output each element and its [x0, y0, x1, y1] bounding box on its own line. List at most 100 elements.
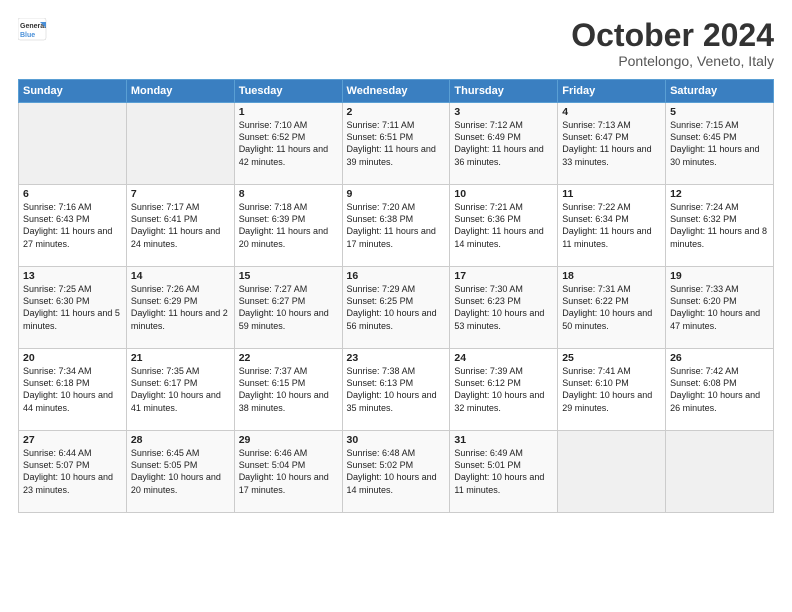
- calendar-table: Sunday Monday Tuesday Wednesday Thursday…: [18, 79, 774, 513]
- day-info: Sunrise: 7:11 AM Sunset: 6:51 PM Dayligh…: [347, 119, 446, 168]
- week-row-1: 1Sunrise: 7:10 AM Sunset: 6:52 PM Daylig…: [19, 103, 774, 185]
- cell-4-4: 23Sunrise: 7:38 AM Sunset: 6:13 PM Dayli…: [342, 349, 450, 431]
- day-number: 7: [131, 188, 230, 200]
- day-info: Sunrise: 7:33 AM Sunset: 6:20 PM Dayligh…: [670, 283, 769, 332]
- cell-3-2: 14Sunrise: 7:26 AM Sunset: 6:29 PM Dayli…: [126, 267, 234, 349]
- header-row: Sunday Monday Tuesday Wednesday Thursday…: [19, 80, 774, 103]
- cell-2-3: 8Sunrise: 7:18 AM Sunset: 6:39 PM Daylig…: [234, 185, 342, 267]
- day-info: Sunrise: 7:35 AM Sunset: 6:17 PM Dayligh…: [131, 365, 230, 414]
- svg-text:Blue: Blue: [20, 32, 35, 39]
- col-monday: Monday: [126, 80, 234, 103]
- day-info: Sunrise: 6:48 AM Sunset: 5:02 PM Dayligh…: [347, 447, 446, 496]
- day-number: 10: [454, 188, 553, 200]
- cell-4-3: 22Sunrise: 7:37 AM Sunset: 6:15 PM Dayli…: [234, 349, 342, 431]
- logo: General Blue: [18, 18, 48, 42]
- day-number: 26: [670, 352, 769, 364]
- cell-1-3: 1Sunrise: 7:10 AM Sunset: 6:52 PM Daylig…: [234, 103, 342, 185]
- cell-4-7: 26Sunrise: 7:42 AM Sunset: 6:08 PM Dayli…: [666, 349, 774, 431]
- week-row-3: 13Sunrise: 7:25 AM Sunset: 6:30 PM Dayli…: [19, 267, 774, 349]
- cell-2-6: 11Sunrise: 7:22 AM Sunset: 6:34 PM Dayli…: [558, 185, 666, 267]
- day-number: 12: [670, 188, 769, 200]
- day-number: 3: [454, 106, 553, 118]
- day-number: 4: [562, 106, 661, 118]
- day-number: 24: [454, 352, 553, 364]
- cell-2-5: 10Sunrise: 7:21 AM Sunset: 6:36 PM Dayli…: [450, 185, 558, 267]
- cell-1-4: 2Sunrise: 7:11 AM Sunset: 6:51 PM Daylig…: [342, 103, 450, 185]
- day-info: Sunrise: 7:17 AM Sunset: 6:41 PM Dayligh…: [131, 201, 230, 250]
- day-number: 27: [23, 434, 122, 446]
- day-number: 22: [239, 352, 338, 364]
- day-info: Sunrise: 7:37 AM Sunset: 6:15 PM Dayligh…: [239, 365, 338, 414]
- cell-4-5: 24Sunrise: 7:39 AM Sunset: 6:12 PM Dayli…: [450, 349, 558, 431]
- title-block: October 2024 Pontelongo, Veneto, Italy: [571, 18, 774, 69]
- day-number: 28: [131, 434, 230, 446]
- cell-1-2: [126, 103, 234, 185]
- day-info: Sunrise: 7:12 AM Sunset: 6:49 PM Dayligh…: [454, 119, 553, 168]
- col-wednesday: Wednesday: [342, 80, 450, 103]
- day-number: 20: [23, 352, 122, 364]
- day-info: Sunrise: 7:13 AM Sunset: 6:47 PM Dayligh…: [562, 119, 661, 168]
- col-thursday: Thursday: [450, 80, 558, 103]
- cell-2-1: 6Sunrise: 7:16 AM Sunset: 6:43 PM Daylig…: [19, 185, 127, 267]
- day-number: 19: [670, 270, 769, 282]
- day-number: 11: [562, 188, 661, 200]
- cell-4-6: 25Sunrise: 7:41 AM Sunset: 6:10 PM Dayli…: [558, 349, 666, 431]
- day-info: Sunrise: 7:16 AM Sunset: 6:43 PM Dayligh…: [23, 201, 122, 250]
- week-row-5: 27Sunrise: 6:44 AM Sunset: 5:07 PM Dayli…: [19, 431, 774, 513]
- day-info: Sunrise: 7:27 AM Sunset: 6:27 PM Dayligh…: [239, 283, 338, 332]
- header: General Blue October 2024 Pontelongo, Ve…: [18, 18, 774, 69]
- col-friday: Friday: [558, 80, 666, 103]
- cell-3-7: 19Sunrise: 7:33 AM Sunset: 6:20 PM Dayli…: [666, 267, 774, 349]
- cell-3-5: 17Sunrise: 7:30 AM Sunset: 6:23 PM Dayli…: [450, 267, 558, 349]
- day-info: Sunrise: 7:39 AM Sunset: 6:12 PM Dayligh…: [454, 365, 553, 414]
- cell-5-7: [666, 431, 774, 513]
- cell-2-4: 9Sunrise: 7:20 AM Sunset: 6:38 PM Daylig…: [342, 185, 450, 267]
- cell-3-1: 13Sunrise: 7:25 AM Sunset: 6:30 PM Dayli…: [19, 267, 127, 349]
- cell-5-3: 29Sunrise: 6:46 AM Sunset: 5:04 PM Dayli…: [234, 431, 342, 513]
- day-number: 2: [347, 106, 446, 118]
- day-info: Sunrise: 7:30 AM Sunset: 6:23 PM Dayligh…: [454, 283, 553, 332]
- day-info: Sunrise: 7:42 AM Sunset: 6:08 PM Dayligh…: [670, 365, 769, 414]
- day-number: 15: [239, 270, 338, 282]
- day-number: 16: [347, 270, 446, 282]
- day-info: Sunrise: 7:15 AM Sunset: 6:45 PM Dayligh…: [670, 119, 769, 168]
- day-number: 14: [131, 270, 230, 282]
- col-tuesday: Tuesday: [234, 80, 342, 103]
- day-info: Sunrise: 7:38 AM Sunset: 6:13 PM Dayligh…: [347, 365, 446, 414]
- cell-1-6: 4Sunrise: 7:13 AM Sunset: 6:47 PM Daylig…: [558, 103, 666, 185]
- cell-1-1: [19, 103, 127, 185]
- cell-5-5: 31Sunrise: 6:49 AM Sunset: 5:01 PM Dayli…: [450, 431, 558, 513]
- cell-1-7: 5Sunrise: 7:15 AM Sunset: 6:45 PM Daylig…: [666, 103, 774, 185]
- cell-3-3: 15Sunrise: 7:27 AM Sunset: 6:27 PM Dayli…: [234, 267, 342, 349]
- page: General Blue October 2024 Pontelongo, Ve…: [0, 0, 792, 612]
- day-number: 29: [239, 434, 338, 446]
- cell-4-2: 21Sunrise: 7:35 AM Sunset: 6:17 PM Dayli…: [126, 349, 234, 431]
- cell-1-5: 3Sunrise: 7:12 AM Sunset: 6:49 PM Daylig…: [450, 103, 558, 185]
- month-title: October 2024: [571, 18, 774, 53]
- week-row-4: 20Sunrise: 7:34 AM Sunset: 6:18 PM Dayli…: [19, 349, 774, 431]
- day-number: 31: [454, 434, 553, 446]
- cell-3-6: 18Sunrise: 7:31 AM Sunset: 6:22 PM Dayli…: [558, 267, 666, 349]
- day-info: Sunrise: 6:46 AM Sunset: 5:04 PM Dayligh…: [239, 447, 338, 496]
- day-info: Sunrise: 7:26 AM Sunset: 6:29 PM Dayligh…: [131, 283, 230, 332]
- day-info: Sunrise: 6:44 AM Sunset: 5:07 PM Dayligh…: [23, 447, 122, 496]
- day-info: Sunrise: 7:34 AM Sunset: 6:18 PM Dayligh…: [23, 365, 122, 414]
- cell-5-1: 27Sunrise: 6:44 AM Sunset: 5:07 PM Dayli…: [19, 431, 127, 513]
- day-number: 1: [239, 106, 338, 118]
- day-number: 9: [347, 188, 446, 200]
- col-saturday: Saturday: [666, 80, 774, 103]
- day-info: Sunrise: 6:45 AM Sunset: 5:05 PM Dayligh…: [131, 447, 230, 496]
- day-info: Sunrise: 7:41 AM Sunset: 6:10 PM Dayligh…: [562, 365, 661, 414]
- location-subtitle: Pontelongo, Veneto, Italy: [571, 53, 774, 69]
- day-info: Sunrise: 7:31 AM Sunset: 6:22 PM Dayligh…: [562, 283, 661, 332]
- day-number: 30: [347, 434, 446, 446]
- day-info: Sunrise: 7:29 AM Sunset: 6:25 PM Dayligh…: [347, 283, 446, 332]
- day-number: 5: [670, 106, 769, 118]
- cell-3-4: 16Sunrise: 7:29 AM Sunset: 6:25 PM Dayli…: [342, 267, 450, 349]
- day-number: 17: [454, 270, 553, 282]
- col-sunday: Sunday: [19, 80, 127, 103]
- cell-2-2: 7Sunrise: 7:17 AM Sunset: 6:41 PM Daylig…: [126, 185, 234, 267]
- cell-5-2: 28Sunrise: 6:45 AM Sunset: 5:05 PM Dayli…: [126, 431, 234, 513]
- day-info: Sunrise: 7:10 AM Sunset: 6:52 PM Dayligh…: [239, 119, 338, 168]
- cell-2-7: 12Sunrise: 7:24 AM Sunset: 6:32 PM Dayli…: [666, 185, 774, 267]
